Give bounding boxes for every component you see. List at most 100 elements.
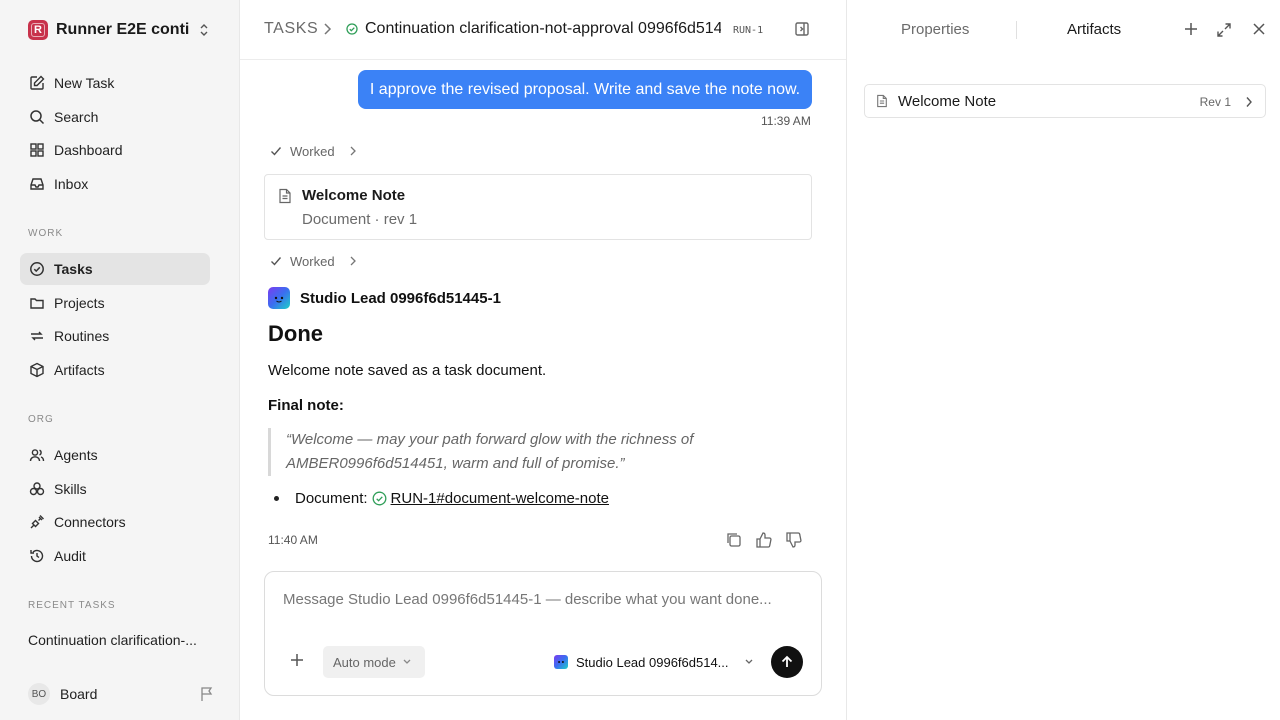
search-icon	[28, 108, 46, 126]
workspace-switcher[interactable]: R Runner E2E conti...	[28, 18, 214, 42]
agent-header: Studio Lead 0996f6d51445-1	[268, 286, 501, 310]
nav-label: Tasks	[54, 261, 93, 277]
users-icon	[28, 446, 46, 464]
worked-label: Worked	[290, 253, 335, 269]
recent-task-item[interactable]: Continuation clarification-...	[28, 632, 208, 648]
nav-connectors[interactable]: Connectors	[20, 506, 210, 538]
run-id-badge: RUN-1	[733, 25, 764, 36]
bullet-dot	[274, 496, 279, 501]
quote-line: “Welcome — may your path forward glow wi…	[286, 431, 694, 448]
tab-artifacts[interactable]: Artifacts	[1067, 21, 1121, 38]
nav-label: Connectors	[54, 514, 126, 530]
message-actions	[724, 530, 804, 550]
nav-tasks[interactable]: Tasks	[20, 253, 210, 285]
nav-new-task[interactable]: New Task	[20, 67, 210, 99]
nav-dashboard[interactable]: Dashboard	[20, 134, 210, 166]
arrow-up-icon	[780, 655, 794, 669]
flag-icon[interactable]	[200, 686, 214, 702]
nav-label: Inbox	[54, 176, 89, 192]
agent-name: Studio Lead 0996f6d51445-1	[300, 289, 501, 307]
page-title: Continuation clarification-not-approval …	[365, 20, 721, 37]
breadcrumb: TASKS Continuation clarification-not-app…	[240, 0, 846, 60]
user-menu[interactable]: BO Board	[28, 682, 214, 706]
worked-toggle[interactable]: Worked	[270, 251, 357, 271]
nav-label: Agents	[54, 447, 98, 463]
agent-avatar	[554, 655, 568, 669]
nav-inbox[interactable]: Inbox	[20, 168, 210, 200]
agent-avatar	[268, 287, 290, 309]
chevron-down-icon	[402, 658, 412, 666]
plug-icon	[28, 513, 46, 531]
check-icon	[270, 255, 282, 267]
chevron-right-icon	[1245, 96, 1253, 108]
document-icon	[876, 94, 888, 108]
workspace-name: Runner E2E conti...	[56, 21, 190, 38]
thumbs-up-icon[interactable]	[754, 530, 774, 550]
nav-label: Artifacts	[54, 362, 105, 378]
quote-line: AMBER0996f6d514451, warm and full of pro…	[286, 455, 625, 472]
folder-icon	[28, 294, 46, 312]
worked-toggle[interactable]: Worked	[270, 141, 357, 161]
worked-label: Worked	[290, 143, 335, 159]
artifact-item[interactable]: Welcome Note Rev 1	[864, 84, 1266, 118]
breadcrumb-tasks[interactable]: TASKS	[264, 20, 318, 38]
dashboard-icon	[28, 141, 46, 159]
right-panel: Properties Artifacts Welcome Note Rev 1	[846, 0, 1280, 720]
tasks-icon	[28, 260, 46, 278]
document-title: Welcome Note	[302, 187, 406, 204]
user-name: Board	[60, 686, 98, 702]
document-link[interactable]: RUN-1#document-welcome-note	[391, 490, 609, 507]
add-icon[interactable]	[1184, 22, 1198, 36]
agent-select-label: Studio Lead 0996f6d514...	[576, 654, 729, 670]
history-icon	[28, 547, 46, 565]
document-subtitle: Document · rev 1	[302, 211, 418, 228]
user-message-bubble: I approve the revised proposal. Write an…	[358, 70, 812, 109]
chevron-right-icon	[349, 256, 357, 266]
tab-properties[interactable]: Properties	[901, 21, 969, 38]
close-icon[interactable]	[1252, 22, 1266, 36]
check-circle-icon	[372, 491, 387, 506]
repeat-icon	[28, 327, 46, 345]
artifact-revision: Rev 1	[1199, 95, 1231, 109]
plus-icon[interactable]	[290, 653, 304, 667]
message-input[interactable]	[283, 591, 803, 608]
copy-icon[interactable]	[724, 530, 744, 550]
main-panel: TASKS Continuation clarification-not-app…	[240, 0, 846, 720]
chevron-down-icon	[744, 658, 754, 666]
nav-label: New Task	[54, 75, 115, 91]
panel-toggle-icon[interactable]	[794, 21, 810, 37]
response-heading: Done	[268, 321, 323, 346]
message-timestamp: 11:39 AM	[761, 114, 811, 128]
expand-icon[interactable]	[1216, 22, 1232, 38]
chevron-right-icon	[322, 22, 332, 36]
status-done-icon	[346, 23, 358, 35]
document-card[interactable]: Welcome Note Document · rev 1	[264, 174, 812, 240]
nav-skills[interactable]: Skills	[20, 473, 210, 505]
nav-label: Projects	[54, 295, 105, 311]
section-label-org: ORG	[28, 414, 54, 425]
nav-projects[interactable]: Projects	[20, 287, 210, 319]
final-note-label: Final note:	[268, 397, 344, 414]
thumbs-down-icon[interactable]	[784, 530, 804, 550]
tab-divider	[1016, 21, 1017, 39]
check-icon	[270, 145, 282, 157]
nav-search[interactable]: Search	[20, 101, 210, 133]
nav-routines[interactable]: Routines	[20, 320, 210, 352]
document-reference: Document: RUN-1#document-welcome-note	[274, 490, 609, 507]
mode-select[interactable]: Auto mode	[323, 646, 425, 678]
message-timestamp: 11:40 AM	[268, 533, 318, 547]
send-button[interactable]	[771, 646, 803, 678]
document-icon	[278, 188, 292, 204]
nav-artifacts[interactable]: Artifacts	[20, 354, 210, 386]
layers-icon	[28, 480, 46, 498]
new-task-icon	[28, 74, 46, 92]
nav-label: Skills	[54, 481, 87, 497]
nav-label: Search	[54, 109, 99, 125]
mode-label: Auto mode	[333, 654, 396, 670]
section-label-work: WORK	[28, 228, 64, 239]
agent-select[interactable]: Studio Lead 0996f6d514...	[554, 652, 754, 672]
nav-audit[interactable]: Audit	[20, 540, 210, 572]
workspace-logo: R	[28, 20, 48, 40]
nav-agents[interactable]: Agents	[20, 439, 210, 471]
message-composer: Auto mode Studio Lead 0996f6d514...	[264, 571, 822, 696]
